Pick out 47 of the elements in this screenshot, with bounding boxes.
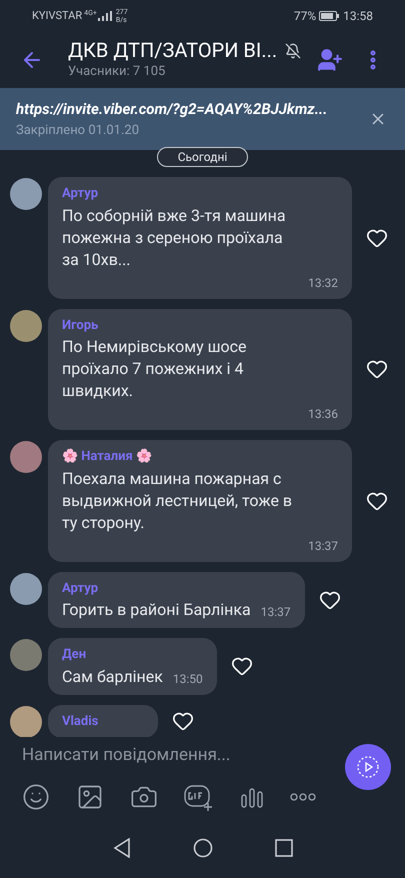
more-icon[interactable] (290, 792, 316, 801)
avatar (10, 639, 42, 671)
message-text: По соборній вже 3-тя машина пожежна з сереною проїхала за 10хв... (62, 204, 287, 270)
back-nav-icon[interactable] (112, 838, 130, 858)
like-heart-icon[interactable] (172, 710, 194, 732)
date-pill: Сьогодні (156, 147, 248, 167)
avatar (10, 310, 42, 342)
play-circle-icon (356, 755, 380, 779)
members-count: Учасники: 7 105 (68, 63, 166, 82)
message-input[interactable]: Написати повідомлення... (22, 743, 322, 769)
message-text: Поехала машина пожарная с выдвижной лестницей, тоже в ту сторону. (62, 468, 294, 534)
recents-nav-icon[interactable] (274, 838, 292, 856)
avatar (10, 706, 42, 737)
avatar (10, 441, 42, 473)
chat-title[interactable]: ДКВ ДТП/ЗАТОРИ ВІ... (68, 38, 278, 62)
like-heart-icon[interactable] (366, 358, 388, 380)
message-time: 13:37 (260, 604, 291, 621)
sender-name: Артур (62, 185, 100, 203)
pinned-date: Закріплено 01.01.20 (16, 122, 140, 140)
message-time: 13:36 (307, 406, 338, 423)
message-text: Сам барлінек (62, 666, 163, 688)
sender-name: Vladis (62, 712, 100, 730)
message-text: По Немирівському шосе проїхало 7 пожежних і 4 швидких. (62, 336, 248, 402)
message-time: 13:37 (307, 538, 338, 554)
sticker-icon[interactable] (22, 782, 50, 811)
avatar (10, 178, 42, 210)
sender-name: Игорь (62, 316, 100, 334)
sender-name: Ден (62, 646, 88, 664)
home-nav-icon[interactable] (192, 838, 212, 858)
message-text: Горить в районі Барлінка (62, 599, 251, 621)
clock: 13:58 (343, 8, 373, 25)
message-time: 13:50 (172, 670, 203, 688)
avatar (10, 572, 42, 604)
signal-icon (98, 11, 112, 21)
sender-name: 🌸 Наталия 🌸 (62, 448, 153, 466)
add-member-icon[interactable] (317, 47, 343, 73)
message-time: 13:32 (307, 274, 338, 292)
gallery-icon[interactable] (76, 782, 104, 811)
voice-message-button[interactable] (345, 744, 391, 790)
battery-icon (319, 11, 340, 21)
carrier: KYIVSTAR (32, 8, 82, 24)
like-heart-icon[interactable] (230, 655, 253, 678)
battery-percent: 77% (294, 8, 316, 25)
gif-icon[interactable] (184, 782, 214, 811)
pinned-banner[interactable]: https://invite.viber.com/?g2=AQAY%2BJJkmz... Закріплено 01.01.20 (0, 88, 405, 150)
pinned-link[interactable]: https://invite.viber.com/?g2=AQAY%2BJJkmz... (16, 98, 369, 120)
sender-name: Артур (62, 580, 100, 598)
